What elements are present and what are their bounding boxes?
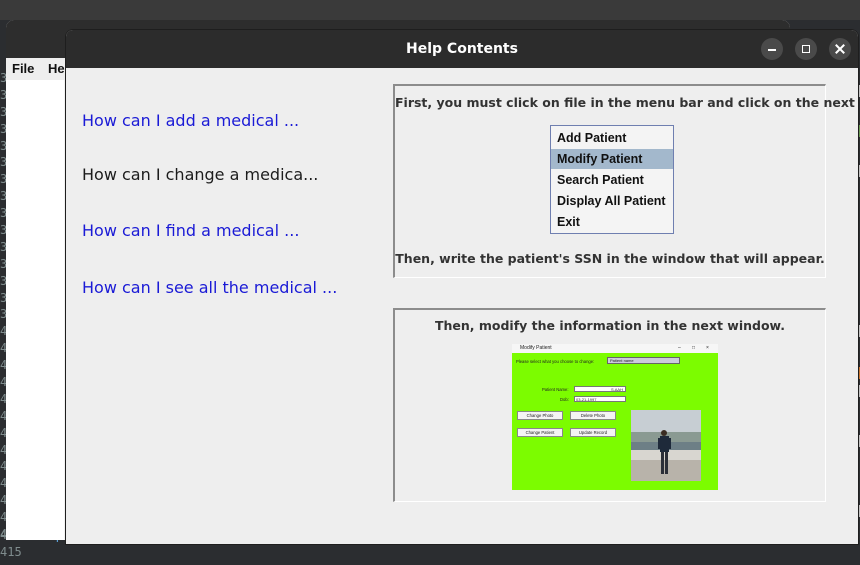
background-window-content (6, 80, 64, 540)
screenshot-name-field: S.AAH (574, 386, 626, 392)
screenshot-update-record-button: Update Record (570, 428, 616, 437)
menu-item-search-patient: Search Patient (557, 173, 644, 187)
topic-add-medical-record[interactable]: How can I add a medical ... (82, 111, 299, 130)
line-number: 415 (0, 544, 22, 559)
dialog-titlebar[interactable]: Help Contents (66, 30, 858, 68)
topic-see-all-medical-records[interactable]: How can I see all the medical ... (82, 278, 337, 297)
close-button[interactable] (829, 38, 851, 60)
screenshot-change-patient-button: Change Patient (517, 428, 563, 437)
help-step-panel-menu: First, you must click on file in the men… (393, 84, 859, 278)
screenshot-delete-photo-button: Delete Photo (570, 411, 616, 420)
screenshot-prompt: Please select what you choose to change: (516, 359, 595, 364)
menu-file[interactable]: File (12, 61, 34, 76)
menu-item-exit: Exit (557, 215, 580, 229)
screenshot-titlebar: Modify Patient – □ × (512, 344, 718, 353)
screenshot-dob-field: 03-21-1997 (574, 396, 626, 402)
screenshot-minimize-icon: – (678, 345, 681, 351)
instruction-text: Then, write the patient's SSN in the win… (395, 251, 825, 266)
maximize-button[interactable] (795, 38, 817, 60)
screenshot-close-icon: × (706, 345, 709, 351)
help-step-panel-modify: Then, modify the information in the next… (393, 308, 826, 502)
topic-change-medical-record[interactable]: How can I change a medica... (82, 165, 318, 184)
screenshot-change-photo-button: Change Photo (517, 411, 563, 420)
screenshot-window-title: Modify Patient (520, 345, 552, 351)
minimize-button[interactable] (761, 38, 783, 60)
menu-item-display-all-patient: Display All Patient (557, 194, 666, 208)
modify-patient-screenshot: Modify Patient – □ × Please select what … (512, 344, 718, 490)
menu-item-add-patient: Add Patient (557, 131, 627, 145)
screenshot-maximize-icon: □ (692, 345, 696, 351)
menu-illustration: Add Patient Modify Patient Search Patien… (550, 125, 674, 234)
screenshot-dob-label: Dob: (560, 397, 569, 402)
screenshot-name-label: Patient Name: (542, 387, 569, 392)
menu-help[interactable]: He (48, 61, 65, 76)
screenshot-select: Patient name (607, 357, 680, 364)
editor-top-strip (0, 0, 860, 20)
patient-photo (631, 410, 701, 481)
topic-find-medical-record[interactable]: How can I find a medical ... (82, 221, 299, 240)
menu-item-modify-patient: Modify Patient (551, 149, 673, 169)
dialog-title: Help Contents (406, 41, 518, 57)
instruction-text: Then, modify the information in the next… (434, 318, 786, 333)
instruction-text: First, you must click on file in the men… (395, 95, 859, 110)
help-contents-dialog: Help Contents How can I add a medical ..… (65, 29, 859, 545)
